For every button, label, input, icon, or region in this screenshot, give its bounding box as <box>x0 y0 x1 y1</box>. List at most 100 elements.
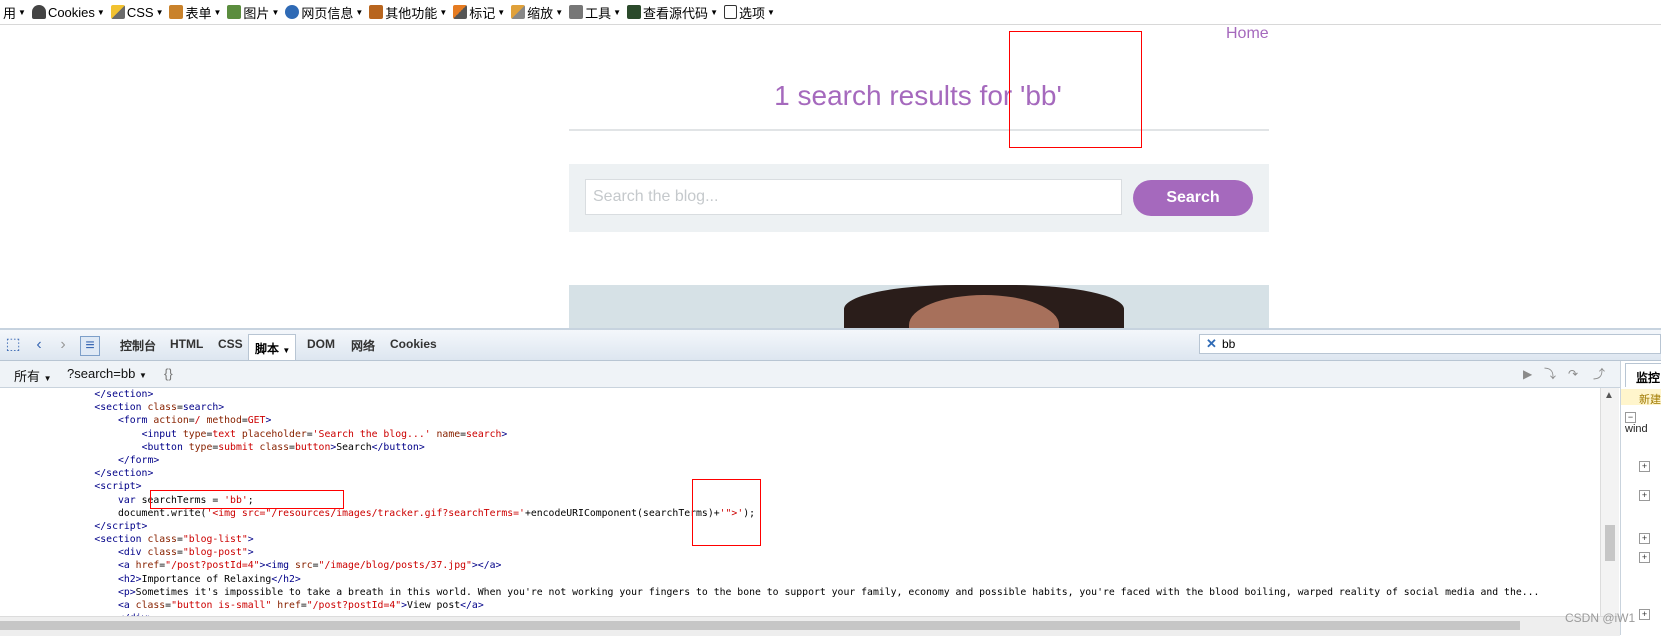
tab-script[interactable]: 脚本 ▼ <box>248 334 296 360</box>
tab-html[interactable]: HTML <box>170 337 203 351</box>
annotation-box <box>150 490 344 509</box>
toolbar-item-label: 图片 <box>243 5 270 21</box>
cookie-icon <box>31 5 46 19</box>
scroll-up-icon[interactable]: ▲ <box>1604 390 1614 401</box>
code-line: <input type=text placeholder='Search the… <box>141 428 508 440</box>
pretty-print-button[interactable]: {} <box>164 366 173 381</box>
step-over-icon[interactable]: ↷ <box>1568 368 1582 381</box>
code-line: <div class="blog-post"> <box>117 547 254 559</box>
caret-icon: ▼ <box>138 371 147 380</box>
blog-post-image[interactable] <box>569 285 1269 328</box>
search-value: bb <box>1222 337 1236 351</box>
code-line: </section> <box>94 389 154 400</box>
expand-icon[interactable]: + <box>1639 461 1650 472</box>
toolbar-item-options[interactable]: 选项 ▼ <box>721 0 778 24</box>
toolbar-item-label: Cookies <box>47 4 95 20</box>
toolbar-item-outline[interactable]: 标记 ▼ <box>450 0 508 24</box>
horizontal-scrollbar[interactable] <box>0 616 1620 636</box>
pencil-icon <box>110 5 125 19</box>
code-line: </form> <box>117 454 160 466</box>
tab-cookies[interactable]: Cookies <box>390 337 437 351</box>
new-watch-expression[interactable]: 新建 <box>1621 389 1661 406</box>
toolbar-item-css[interactable]: CSS ▼ <box>108 0 167 24</box>
expand-icon[interactable]: + <box>1639 609 1650 620</box>
toolbar-item-resize[interactable]: 缩放 ▼ <box>508 0 566 24</box>
devtools-panel: ⬚ ‹ › ≡ 控制台 HTML CSS 脚本 ▼ DOM 网络 Cookies… <box>0 328 1661 636</box>
code-line: </section> <box>94 468 154 480</box>
script-file-label: ?search=bb <box>67 366 136 381</box>
filter-label: 所有 <box>14 369 41 384</box>
code-line: <form action=/ method=GET> <box>117 415 272 427</box>
marker-icon <box>453 5 468 19</box>
watch-row[interactable]: + <box>1625 532 1654 544</box>
toolbar-item-label: 用 <box>3 5 17 21</box>
toolbar-item-page-info[interactable]: 网页信息 ▼ <box>282 0 366 24</box>
toolbar-item-forms[interactable]: 表单 ▼ <box>166 0 224 24</box>
vertical-scrollbar[interactable]: ▲ <box>1600 388 1619 616</box>
extension-toolbar: 用 ▼ Cookies ▼ CSS ▼ 表单 ▼ 图片 ▼ 网页信息 ▼ 其他功能 ▼ 标记 ▼… <box>0 0 1661 25</box>
tab-network[interactable]: 网络 <box>351 337 375 354</box>
caret-icon: ▼ <box>710 7 718 17</box>
home-link[interactable]: Home <box>1226 25 1269 43</box>
tab-console[interactable]: 控制台 <box>120 337 156 354</box>
step-into-icon[interactable]: ⤵ <box>1544 368 1558 381</box>
toolbar-item-label: 选项 <box>738 5 765 21</box>
inspect-icon[interactable]: ⬚ <box>4 336 22 354</box>
source-icon <box>627 5 642 19</box>
search-panel: Search the blog... Search <box>569 164 1269 232</box>
caret-icon: ▼ <box>271 7 280 17</box>
watch-row[interactable]: + <box>1625 551 1654 563</box>
toolbar-item-label: 查看源代码 <box>643 5 709 21</box>
caret-icon: ▼ <box>767 7 775 17</box>
toolbar-item-misc[interactable]: 其他功能 ▼ <box>366 0 450 24</box>
expand-icon[interactable]: + <box>1639 490 1650 501</box>
tab-css[interactable]: CSS <box>218 337 243 351</box>
search-input[interactable]: Search the blog... <box>585 179 1122 215</box>
continue-icon[interactable]: ▶ <box>1523 368 1537 381</box>
toolbar-item-partial[interactable]: 用 ▼ <box>0 0 29 24</box>
command-line-icon[interactable]: ≡ <box>80 336 100 356</box>
expand-icon[interactable]: + <box>1639 533 1650 544</box>
step-out-icon[interactable]: ⤴ <box>1593 368 1607 381</box>
back-icon[interactable]: ‹ <box>30 336 48 354</box>
expand-icon[interactable]: + <box>1639 552 1650 563</box>
results-title: 1 search results for 'bb' <box>774 80 1062 111</box>
tab-script-label: 脚本 <box>255 342 280 356</box>
watch-row-window[interactable]: −wind <box>1625 411 1661 435</box>
scroll-thumb[interactable] <box>1605 525 1615 561</box>
watch-row[interactable]: + <box>1625 460 1654 472</box>
web-page: Home 1 search results for 'bb' Search th… <box>0 25 1661 328</box>
search-button[interactable]: Search <box>1133 180 1253 216</box>
forward-icon[interactable]: › <box>54 336 72 354</box>
toolbar-item-images[interactable]: 图片 ▼ <box>224 0 282 24</box>
code-line: <p>Sometimes it's impossible to take a b… <box>117 586 1540 598</box>
filter-dropdown[interactable]: 所有 ▼ <box>14 366 52 385</box>
tab-dom[interactable]: DOM <box>307 337 335 351</box>
script-toolbar: 所有 ▼ ?search=bb ▼ {} ▶ ⤵ ↷ ⤴ <box>0 361 1620 388</box>
watch-row[interactable]: + <box>1625 489 1654 501</box>
code-line: </script> <box>94 520 148 532</box>
resize-icon <box>511 5 526 19</box>
toolbar-item-label: CSS <box>126 4 154 20</box>
caret-icon: ▼ <box>155 7 164 17</box>
header-divider <box>569 129 1269 131</box>
devtools-search-input[interactable]: ✕ bb <box>1199 334 1661 354</box>
caret-icon: ▼ <box>497 7 506 17</box>
tab-watch[interactable]: 监控 <box>1625 363 1661 387</box>
toolbar-item-label: 工具 <box>585 5 612 21</box>
code-line: <button type=submit class=button>Search<… <box>141 441 425 453</box>
toolbar-item-label: 其他功能 <box>385 5 438 21</box>
tools-icon <box>569 5 584 19</box>
watermark: CSDN @iW1 <box>1565 611 1636 625</box>
caret-icon: ▼ <box>282 346 291 355</box>
toolbar-item-tools[interactable]: 工具 ▼ <box>566 0 624 24</box>
caret-icon: ▼ <box>18 7 26 17</box>
clear-icon[interactable]: ✕ <box>1206 336 1217 352</box>
collapse-icon[interactable]: − <box>1625 412 1636 423</box>
toolbar-item-label: 网页信息 <box>301 5 354 21</box>
toolbar-item-view-source[interactable]: 查看源代码 ▼ <box>624 0 721 24</box>
toolbar-item-label: 标记 <box>469 5 496 21</box>
toolbar-item-cookies[interactable]: Cookies ▼ <box>29 0 108 24</box>
scroll-thumb[interactable] <box>0 621 1520 630</box>
script-file-dropdown[interactable]: ?search=bb ▼ <box>67 366 147 381</box>
